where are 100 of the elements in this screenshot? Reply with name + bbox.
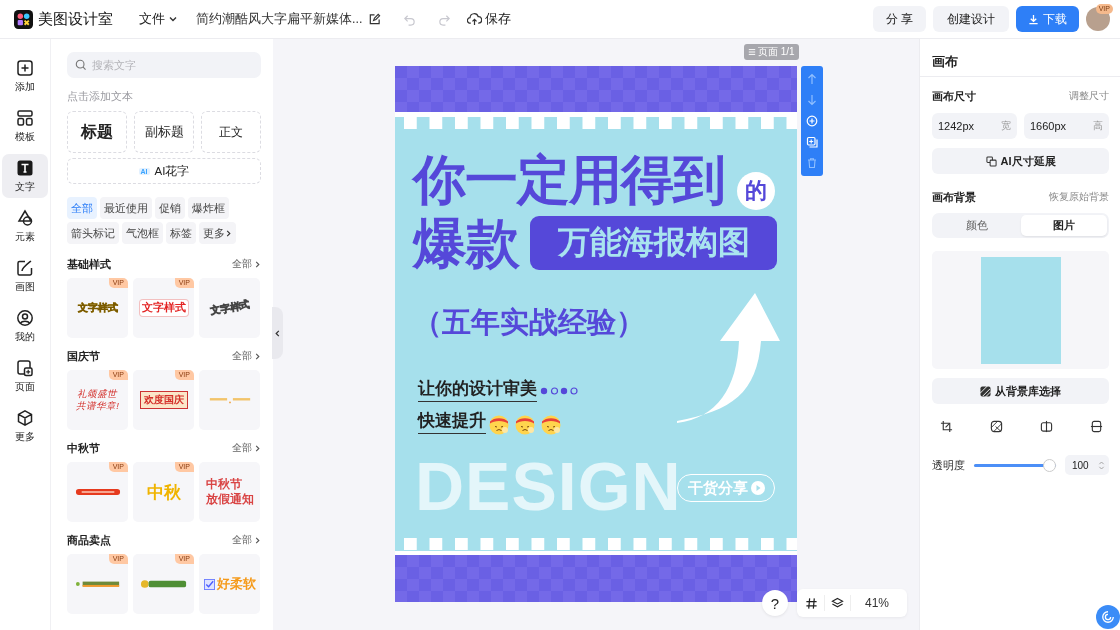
cloud-upload-icon bbox=[467, 12, 483, 26]
collapse-panel-handle[interactable] bbox=[272, 307, 283, 359]
background-type-tab[interactable]: 图片 bbox=[1020, 215, 1107, 236]
layers-icon[interactable] bbox=[831, 596, 844, 610]
layout-icon bbox=[16, 108, 34, 127]
style-sample-text: 礼颂盛世 共谱华章! bbox=[76, 388, 119, 412]
dots-icon bbox=[540, 387, 578, 395]
flip-horizontal-icon[interactable] bbox=[1040, 420, 1053, 433]
restore-background-link[interactable]: 恢复原始背景 bbox=[1049, 191, 1109, 204]
page-add-icon bbox=[16, 358, 34, 377]
help-button[interactable]: ? bbox=[762, 590, 788, 616]
move-up-icon[interactable] bbox=[806, 72, 818, 85]
document-title[interactable]: 简约潮酷风大字扁平新媒体... bbox=[196, 10, 363, 28]
section-title: 商品卖点 bbox=[67, 532, 111, 548]
sidebar-tab[interactable]: 更多 bbox=[2, 404, 48, 448]
filter-chip[interactable]: 标签 bbox=[166, 222, 196, 244]
text-preset-button[interactable]: 标题 bbox=[67, 111, 127, 153]
style-sample-text: 中秋 bbox=[146, 481, 181, 504]
see-all-link[interactable]: 全部 bbox=[232, 533, 261, 547]
app-logo-icon bbox=[14, 9, 33, 29]
poster-circle-text: 的 bbox=[737, 172, 775, 210]
user-circle-icon bbox=[16, 308, 34, 327]
plus-square-icon bbox=[16, 58, 34, 77]
text-icon bbox=[16, 158, 34, 177]
save-button[interactable]: 保存 bbox=[467, 10, 512, 28]
crop-icon[interactable] bbox=[940, 420, 953, 433]
face-with-headband-icon bbox=[540, 413, 562, 435]
file-menu[interactable]: 文件 bbox=[139, 10, 178, 28]
zoom-level[interactable]: 41% bbox=[865, 596, 890, 610]
flip-vertical-icon[interactable] bbox=[1090, 420, 1103, 433]
background-library-button[interactable]: 从背景库选择 bbox=[932, 378, 1109, 404]
section-title: 中秋节 bbox=[67, 440, 100, 456]
sidebar-tab[interactable]: 模板 bbox=[2, 104, 48, 148]
resize-link[interactable]: 调整尺寸 bbox=[1069, 90, 1109, 103]
width-field[interactable]: 1242px 宽 bbox=[932, 113, 1017, 139]
opacity-slider[interactable] bbox=[974, 457, 1056, 473]
chevron-right-icon bbox=[225, 228, 232, 238]
add-page-icon[interactable] bbox=[806, 114, 818, 127]
play-icon bbox=[750, 481, 765, 495]
create-design-button[interactable]: 创建设计 bbox=[933, 6, 1009, 32]
cube-icon bbox=[16, 408, 34, 427]
style-sample-text: 中秋节 放假通知 bbox=[205, 477, 254, 507]
delete-icon[interactable] bbox=[806, 157, 818, 170]
field-label: 画布尺寸 bbox=[932, 89, 976, 104]
filter-chip[interactable]: 更多 bbox=[199, 222, 236, 244]
texture-icon[interactable] bbox=[990, 420, 1003, 433]
move-down-icon[interactable] bbox=[806, 93, 818, 106]
opacity-input[interactable]: 100 bbox=[1065, 455, 1109, 475]
poster-headline: 爆款 bbox=[413, 212, 519, 274]
download-icon bbox=[1028, 13, 1039, 25]
field-label: 画布背景 bbox=[932, 190, 976, 205]
sidebar-tab[interactable]: 文字 bbox=[2, 154, 48, 198]
poster-headline: 你一定用得到 bbox=[413, 150, 725, 210]
list-icon bbox=[748, 48, 756, 56]
app-name: 美图设计室 bbox=[38, 9, 113, 29]
filter-chip[interactable]: 爆炸框 bbox=[188, 197, 229, 219]
filter-chip[interactable]: 促销 bbox=[155, 197, 185, 219]
panel-title: 画布 bbox=[920, 39, 1120, 77]
sidebar-tab[interactable]: 元素 bbox=[2, 204, 48, 248]
sidebar-tab[interactable]: 添加 bbox=[2, 54, 48, 98]
checkbox-icon bbox=[203, 578, 215, 590]
see-all-link[interactable]: 全部 bbox=[232, 441, 261, 455]
see-all-link[interactable]: 全部 bbox=[232, 257, 261, 271]
filter-chip[interactable]: 箭头标记 bbox=[67, 222, 119, 244]
poster-text: 让你的设计审美 bbox=[418, 378, 537, 402]
filter-chip[interactable]: 全部 bbox=[67, 197, 97, 219]
avatar[interactable] bbox=[1086, 7, 1110, 31]
search-field[interactable]: 搜索文字 bbox=[67, 52, 261, 78]
text-style-tile[interactable] bbox=[199, 370, 260, 430]
style-sample-text: 文字样式 bbox=[139, 300, 188, 316]
see-all-link[interactable]: 全部 bbox=[232, 349, 261, 363]
grid-icon[interactable] bbox=[805, 596, 818, 610]
spiral-icon bbox=[1101, 610, 1115, 624]
slider-thumb[interactable] bbox=[1043, 458, 1056, 472]
sidebar-tab[interactable]: 画图 bbox=[2, 254, 48, 298]
filter-chip[interactable]: 气泡框 bbox=[122, 222, 163, 244]
face-with-headband-icon bbox=[488, 413, 510, 435]
poster-subtitle: （五年实战经验） bbox=[413, 305, 645, 340]
background-type-tab[interactable]: 颜色 bbox=[934, 215, 1021, 236]
text-style-tile[interactable]: 文字样式 bbox=[199, 278, 260, 338]
height-field[interactable]: 1660px 高 bbox=[1024, 113, 1109, 139]
duplicate-page-icon[interactable] bbox=[806, 136, 818, 149]
opacity-label: 透明度 bbox=[932, 457, 965, 473]
text-preset-button[interactable]: 正文 bbox=[201, 111, 261, 153]
text-style-tile[interactable]: 中秋节 放假通知 bbox=[199, 462, 260, 522]
ai-extend-button[interactable]: AI尺寸延展 bbox=[932, 148, 1109, 174]
share-button[interactable]: 分 享 bbox=[872, 6, 926, 32]
style-sample-text: 欢度国庆 bbox=[139, 391, 188, 409]
face-with-headband-icon bbox=[514, 413, 536, 435]
edit-icon[interactable] bbox=[368, 12, 382, 26]
text-preset-button[interactable]: 副标题 bbox=[134, 111, 194, 153]
download-button[interactable]: 下载 bbox=[1016, 6, 1079, 32]
sidebar-tab[interactable]: 我的 bbox=[2, 304, 48, 348]
section-title: 国庆节 bbox=[67, 348, 100, 364]
poster-banner: 万能海报构图 bbox=[530, 216, 777, 270]
filter-chip[interactable]: 最近使用 bbox=[100, 197, 152, 219]
section-title: 基础样式 bbox=[67, 256, 111, 272]
chevron-right-icon bbox=[254, 351, 261, 361]
resize-icon bbox=[985, 155, 997, 167]
sidebar-tab[interactable]: 页面 bbox=[2, 354, 48, 398]
